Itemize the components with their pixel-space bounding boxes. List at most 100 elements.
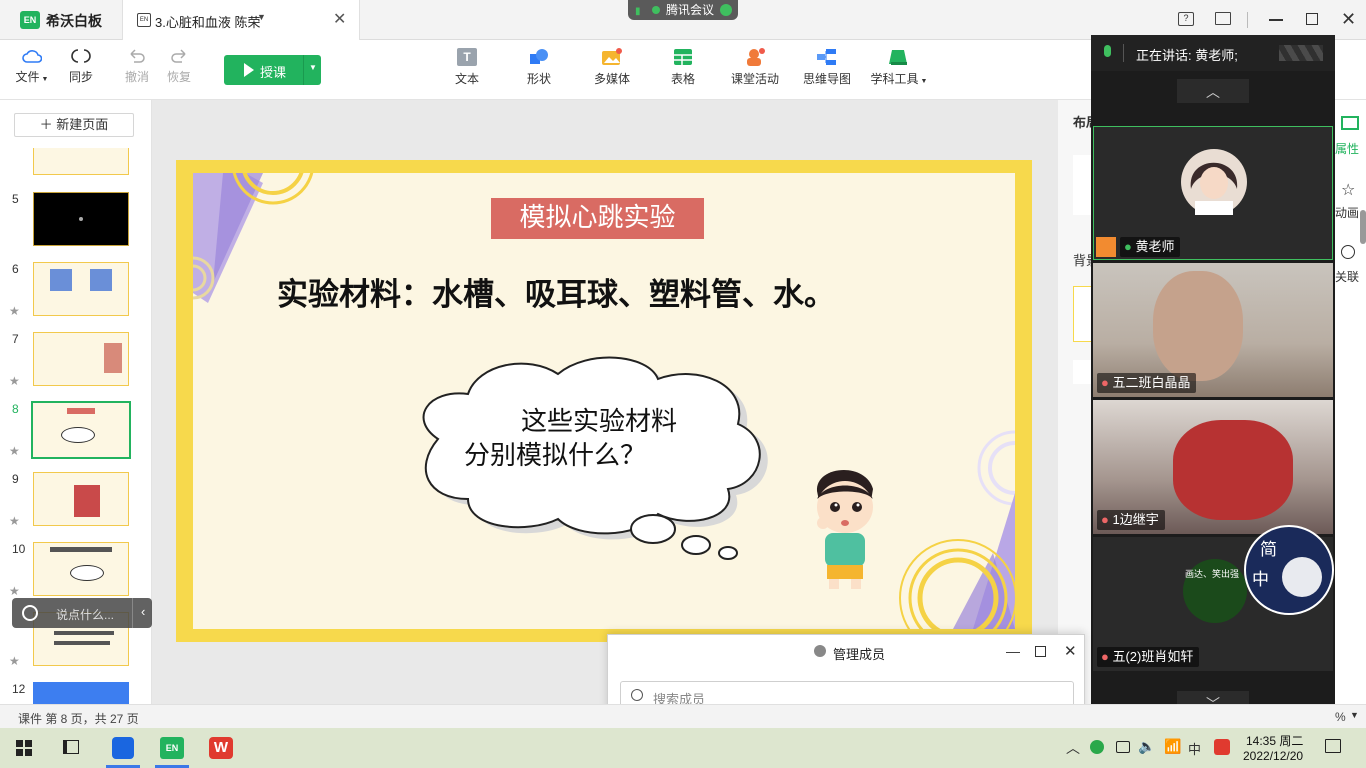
animate-tab[interactable]: 动画 xyxy=(1335,204,1359,221)
thumb-image xyxy=(90,269,112,291)
minimize-icon[interactable] xyxy=(1269,19,1283,21)
star-icon[interactable]: ★ xyxy=(9,304,20,318)
thumb-text xyxy=(50,547,112,552)
minimize-icon[interactable]: — xyxy=(1006,643,1020,659)
video-tile-teacher[interactable]: ● 黄老师 xyxy=(1093,126,1333,260)
background-option[interactable] xyxy=(1073,360,1093,384)
emoji-icon[interactable] xyxy=(22,605,38,621)
ime-indicator[interactable]: 中 xyxy=(1188,739,1201,758)
close-window-icon[interactable]: ✕ xyxy=(1341,9,1356,30)
attrs-icon[interactable] xyxy=(1341,116,1359,130)
star-icon[interactable]: ★ xyxy=(9,654,20,668)
chevron-down-icon[interactable]: ▼ xyxy=(257,12,266,22)
link-icon[interactable] xyxy=(1341,245,1355,259)
status-bar: 课件 第 8 页，共 27 页 % ▼ xyxy=(0,704,1366,728)
battery-icon[interactable] xyxy=(1116,741,1130,753)
sync-icon xyxy=(71,49,91,63)
speaking-text: 正在讲话: 黄老师; xyxy=(1136,48,1238,63)
mail-icon[interactable] xyxy=(1215,12,1231,25)
class-activity-tool[interactable]: 课堂活动 xyxy=(730,48,780,87)
page-thumbnail-7[interactable] xyxy=(33,332,129,386)
star-icon[interactable]: ★ xyxy=(9,374,20,388)
chat-input[interactable]: 说点什么... xyxy=(56,606,114,623)
text-tool[interactable]: T 文本 xyxy=(450,48,484,87)
wifi-icon[interactable]: 📶 xyxy=(1164,738,1181,755)
new-page-button[interactable]: ＋ 新建页面 xyxy=(14,113,134,137)
restore-icon[interactable] xyxy=(1306,13,1318,25)
sogou-icon[interactable] xyxy=(1214,739,1230,755)
scrollbar[interactable] xyxy=(1360,210,1366,244)
page-number: 6 xyxy=(12,262,19,276)
maximize-icon[interactable] xyxy=(1035,646,1046,657)
redo-label: 恢复 xyxy=(166,70,191,84)
chevron-up-icon[interactable]: ︿ xyxy=(1066,738,1080,758)
ime-floating-badge[interactable]: 简 中 xyxy=(1244,525,1334,615)
wps-app-icon[interactable]: W xyxy=(209,737,233,759)
teach-button[interactable]: 授课 ▼ xyxy=(224,55,321,85)
star-icon[interactable]: ★ xyxy=(9,584,20,598)
star-icon[interactable]: ★ xyxy=(9,444,20,458)
meeting-indicator[interactable]: ▮ 腾讯会议 xyxy=(628,0,738,20)
star-outline-icon[interactable]: ☆ xyxy=(1341,180,1355,200)
mind-map-icon xyxy=(817,49,836,65)
task-view-icon[interactable] xyxy=(63,740,79,754)
thumb-text xyxy=(54,641,110,645)
collapse-icon[interactable]: ‹ xyxy=(141,604,145,619)
redo-button[interactable]: 恢复 xyxy=(164,48,194,85)
video-tile-2[interactable]: ● 五二班白晶晶 xyxy=(1093,263,1333,397)
shape-tool[interactable]: 形状 xyxy=(522,48,556,87)
undo-icon xyxy=(130,49,145,63)
page-thumbnail-10[interactable] xyxy=(33,542,129,596)
divider xyxy=(1247,12,1248,28)
participant-name-text: 黄老师 xyxy=(1135,239,1175,254)
close-tab-icon[interactable]: ✕ xyxy=(333,9,346,29)
play-icon xyxy=(244,63,254,77)
seewo-app-icon[interactable]: EN xyxy=(160,737,184,759)
chevron-down-icon[interactable]: ▼ xyxy=(1350,710,1359,720)
tray-app-icon[interactable] xyxy=(1090,740,1104,754)
notification-icon[interactable] xyxy=(1325,739,1341,753)
page-thumbnail-5[interactable] xyxy=(33,192,129,246)
subject-tools-menu[interactable]: 学科工具 ▼ xyxy=(868,48,930,87)
windows-start-icon[interactable] xyxy=(16,740,32,756)
chat-box[interactable]: 说点什么... ‹ xyxy=(12,598,152,628)
page-thumbnail-8[interactable] xyxy=(31,401,131,459)
table-tool[interactable]: 表格 xyxy=(666,48,700,87)
slide[interactable]: 模拟心跳实验 实验材料：水槽、吸耳球、塑料管、水。 这些实验材料 分别模拟什么？ xyxy=(176,160,1032,642)
meeting-app-icon[interactable] xyxy=(112,737,134,759)
redo-icon xyxy=(171,49,186,63)
zoom-level[interactable]: % xyxy=(1335,710,1346,724)
background-preview[interactable] xyxy=(1073,286,1093,342)
media-tool[interactable]: 多媒体 xyxy=(592,48,632,87)
page-thumbnail-6[interactable] xyxy=(33,262,129,316)
sync-button[interactable]: 同步 xyxy=(66,48,96,85)
signal-icon: ▮ xyxy=(635,6,641,17)
mind-map-tool[interactable]: 思维导图 xyxy=(802,48,852,87)
clock-time[interactable]: 14:35 周二 xyxy=(1246,732,1303,749)
page-thumbnail-12[interactable] xyxy=(33,682,129,704)
close-icon[interactable]: ✕ xyxy=(1064,642,1077,660)
page-number: 10 xyxy=(12,542,26,556)
bubble-line-1: 这些实验材料 xyxy=(521,407,678,437)
teach-label: 授课 xyxy=(260,65,287,80)
attrs-tab[interactable]: 属性 xyxy=(1335,140,1359,157)
help-icon[interactable]: ? xyxy=(1178,12,1194,26)
search-icon xyxy=(631,689,643,701)
tencent-meeting-logo xyxy=(1279,45,1323,61)
scroll-up-button[interactable]: ︿ xyxy=(1177,79,1249,103)
document-tab[interactable]: EN 3.心脏和血液 陈荣 ▼ ✕ xyxy=(122,0,360,40)
page-number: 7 xyxy=(12,332,19,346)
thinking-boy-illustration xyxy=(816,470,873,589)
link-tab[interactable]: 关联 xyxy=(1335,268,1359,285)
file-menu[interactable]: 文件 ▼ xyxy=(14,48,50,85)
clock-date[interactable]: 2022/12/20 xyxy=(1243,749,1303,763)
video-tile-3[interactable]: ● 1边继宇 xyxy=(1093,400,1333,534)
volume-icon[interactable]: 🔈 xyxy=(1138,738,1155,755)
text-icon: T xyxy=(457,48,477,66)
chevron-down-icon[interactable]: ▼ xyxy=(309,63,317,72)
star-icon[interactable]: ★ xyxy=(9,514,20,528)
page-thumbnail-4[interactable] xyxy=(33,148,129,175)
activity-icon xyxy=(747,48,765,66)
page-thumbnail-9[interactable] xyxy=(33,472,129,526)
undo-button[interactable]: 撤消 xyxy=(122,48,152,85)
